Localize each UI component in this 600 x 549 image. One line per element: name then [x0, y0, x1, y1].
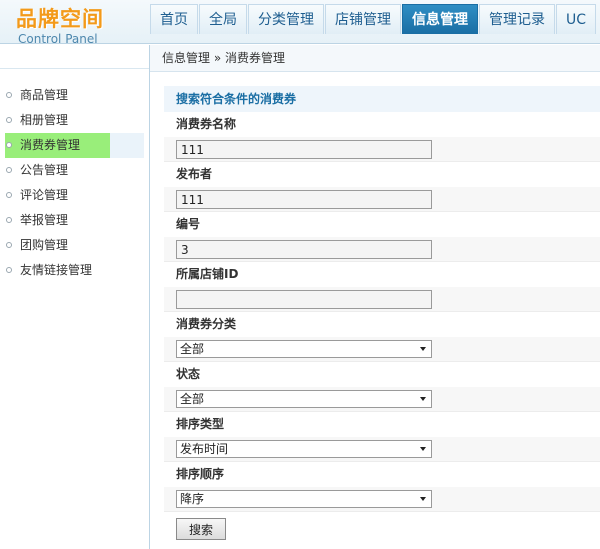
number-row	[164, 237, 600, 262]
shop-id-input[interactable]	[176, 290, 432, 309]
sidebar-item-label: 相册管理	[20, 113, 69, 127]
category-label: 消费券分类	[164, 312, 600, 337]
sidebar-item-albums[interactable]: 相册管理	[0, 108, 149, 133]
bullet-icon	[6, 242, 12, 248]
chevron-down-icon	[420, 347, 426, 351]
tab-shop-management[interactable]: 店铺管理	[325, 4, 401, 34]
sidebar-item-friend-links[interactable]: 友情链接管理	[0, 258, 149, 283]
sort-type-select[interactable]: 发布时间	[176, 440, 432, 458]
sort-order-row: 降序	[164, 487, 600, 512]
number-label: 编号	[164, 212, 600, 237]
search-panel: 搜索符合条件的消费券 消费券名称 发布者 编号 所属店铺ID 消费券分类 全部 …	[164, 86, 600, 549]
tab-category-management[interactable]: 分类管理	[248, 4, 324, 34]
category-select[interactable]: 全部	[176, 340, 432, 358]
search-button[interactable]: 搜索	[176, 518, 226, 540]
sidebar-item-reports[interactable]: 举报管理	[0, 208, 149, 233]
category-select-value: 全部	[180, 342, 205, 356]
breadcrumb-separator: »	[213, 51, 222, 65]
publisher-row	[164, 187, 600, 212]
bullet-icon	[6, 217, 12, 223]
bullet-icon	[6, 142, 12, 148]
number-input[interactable]	[176, 240, 432, 259]
sort-type-row: 发布时间	[164, 437, 600, 462]
shop-id-label: 所属店铺ID	[164, 262, 600, 287]
sidebar-item-comments[interactable]: 评论管理	[0, 183, 149, 208]
sidebar-item-announcements[interactable]: 公告管理	[0, 158, 149, 183]
status-select-value: 全部	[180, 392, 205, 406]
sidebar-item-label: 商品管理	[20, 88, 69, 102]
status-row: 全部	[164, 387, 600, 412]
chevron-down-icon	[420, 497, 426, 501]
active-row-tail	[110, 133, 144, 158]
sidebar-item-label: 举报管理	[20, 213, 69, 227]
chevron-down-icon	[420, 447, 426, 451]
coupon-name-row	[164, 137, 600, 162]
submit-row: 搜索	[164, 512, 600, 540]
sidebar-item-label: 团购管理	[20, 238, 69, 252]
sidebar-item-label: 公告管理	[20, 163, 69, 177]
chevron-down-icon	[420, 397, 426, 401]
status-label: 状态	[164, 362, 600, 387]
shop-id-row	[164, 287, 600, 312]
breadcrumb-current: 消费券管理	[225, 51, 286, 65]
sidebar-item-coupons[interactable]: 消费券管理	[0, 133, 149, 158]
tab-management-log[interactable]: 管理记录	[479, 4, 555, 34]
coupon-name-input[interactable]	[176, 140, 432, 159]
coupon-name-label: 消费券名称	[164, 112, 600, 137]
sidebar-item-label: 友情链接管理	[20, 263, 93, 277]
top-nav: 首页 全局 分类管理 店铺管理 信息管理 管理记录 UC	[150, 4, 597, 34]
publisher-input[interactable]	[176, 190, 432, 209]
bullet-icon	[6, 267, 12, 273]
search-panel-title: 搜索符合条件的消费券	[164, 86, 600, 112]
sidebar: 商品管理 相册管理 消费券管理 公告管理 评论管理 举报管理 团购管理 友情链接…	[0, 45, 150, 549]
breadcrumb: 信息管理 » 消费券管理	[150, 45, 600, 72]
sidebar-item-products[interactable]: 商品管理	[0, 83, 149, 108]
sidebar-menu: 商品管理 相册管理 消费券管理 公告管理 评论管理 举报管理 团购管理 友情链接…	[0, 69, 149, 283]
main-content: 信息管理 » 消费券管理 搜索符合条件的消费券 消费券名称 发布者 编号 所属店…	[150, 45, 600, 549]
sort-order-select[interactable]: 降序	[176, 490, 432, 508]
logo-title: 品牌空间	[16, 7, 104, 31]
tab-info-management[interactable]: 信息管理	[402, 4, 478, 34]
publisher-label: 发布者	[164, 162, 600, 187]
category-row: 全部	[164, 337, 600, 362]
bullet-icon	[6, 92, 12, 98]
sort-type-select-value: 发布时间	[180, 442, 229, 456]
tab-global[interactable]: 全局	[199, 4, 247, 34]
bullet-icon	[6, 117, 12, 123]
status-select[interactable]: 全部	[176, 390, 432, 408]
sort-order-select-value: 降序	[180, 492, 205, 506]
tab-uc[interactable]: UC	[556, 4, 597, 34]
bullet-icon	[6, 192, 12, 198]
sort-order-label: 排序顺序	[164, 462, 600, 487]
sort-type-label: 排序类型	[164, 412, 600, 437]
tab-home[interactable]: 首页	[150, 4, 198, 34]
sidebar-item-group-buy[interactable]: 团购管理	[0, 233, 149, 258]
bullet-icon	[6, 167, 12, 173]
logo[interactable]: 品牌空间 Control Panel	[0, 0, 150, 46]
header: 品牌空间 Control Panel 首页 全局 分类管理 店铺管理 信息管理 …	[0, 0, 600, 46]
logo-subtitle: Control Panel	[18, 32, 98, 46]
sidebar-item-label: 评论管理	[20, 188, 69, 202]
sidebar-item-label: 消费券管理	[20, 138, 81, 152]
breadcrumb-parent[interactable]: 信息管理	[162, 51, 210, 65]
sidebar-header	[0, 45, 149, 69]
